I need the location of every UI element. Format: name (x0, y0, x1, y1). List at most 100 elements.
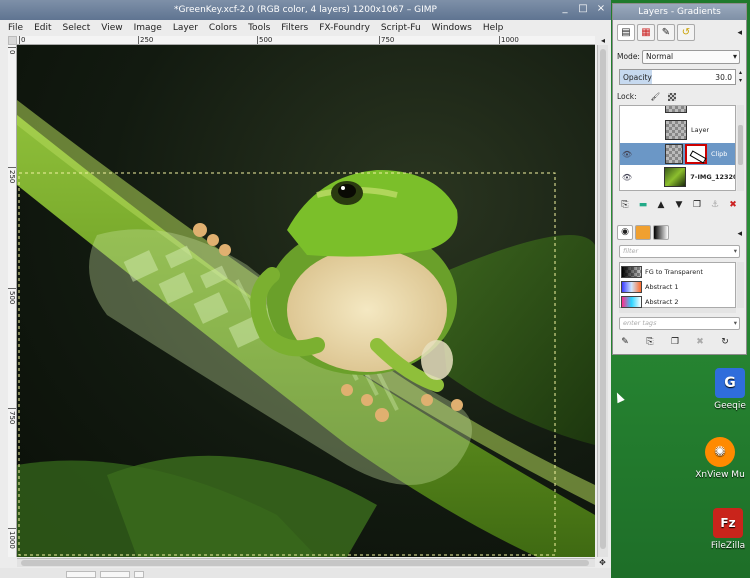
duplicate-layer-icon[interactable]: ❐ (691, 200, 703, 210)
opacity-slider[interactable]: Opacity 30.0 (619, 69, 736, 85)
desktop-icon-xnview[interactable]: ✺ XnView Mu (690, 437, 750, 480)
pointer-coordinates (66, 571, 96, 578)
gimp-image-window: *GreenKey.xcf-2.0 (RGB color, 4 layers) … (0, 0, 611, 578)
new-layer-icon[interactable]: ⎘ (619, 200, 631, 210)
layer-mask-thumbnail[interactable] (685, 144, 707, 164)
desktop-icon-filezilla[interactable]: Fz FileZilla (698, 508, 750, 551)
gradient-item[interactable]: Abstract 2 (620, 294, 737, 309)
menu-layer[interactable]: Layer (173, 23, 198, 33)
menu-colors[interactable]: Colors (209, 23, 237, 33)
opacity-spinner[interactable]: ▴ ▾ (737, 69, 744, 85)
canvas-image (17, 100, 595, 557)
vertical-ruler[interactable]: 0 250 500 750 1000 (8, 45, 17, 557)
layers-toolbar: ⎘ ▬ ▲ ▼ ❐ ⚓ ✖ (619, 200, 739, 210)
gradient-swatch (621, 265, 642, 278)
dock-config-icon[interactable]: ◂ (737, 229, 742, 239)
layer-name: Layer (691, 126, 710, 134)
window-titlebar[interactable]: *GreenKey.xcf-2.0 (RGB color, 4 layers) … (0, 0, 611, 20)
navigate-icon[interactable]: ✥ (597, 558, 608, 568)
image-canvas[interactable] (17, 45, 595, 557)
menu-help[interactable]: Help (483, 23, 504, 33)
refresh-gradients-icon[interactable]: ↻ (719, 337, 731, 347)
eye-icon[interactable]: 👁 (620, 173, 634, 182)
tags-input[interactable]: enter tags (619, 317, 740, 330)
edit-gradient-icon[interactable]: ✎ (619, 337, 631, 347)
scroll-thumb[interactable] (600, 49, 606, 549)
gradient-item[interactable]: Abstract 1 (620, 279, 737, 294)
close-button[interactable]: × (595, 3, 607, 14)
ruler-tick: 750 (8, 408, 16, 424)
gradients-tab-icon[interactable] (653, 225, 669, 240)
maximize-button[interactable]: □ (577, 3, 589, 14)
undo-tab-icon[interactable]: ↺ (677, 24, 695, 41)
scroll-thumb[interactable] (738, 125, 743, 165)
menubar: File Edit Select View Image Layer Colors… (0, 20, 611, 35)
lock-pixels-icon[interactable]: 🖌 (651, 92, 661, 101)
vertical-scrollbar[interactable] (597, 45, 608, 557)
unit-selector[interactable] (100, 571, 130, 578)
menu-windows[interactable]: Windows (432, 23, 472, 33)
window-controls: _ □ × (559, 3, 607, 14)
layer-thumbnail (664, 167, 687, 187)
gradients-toolbar: ✎ ⎘ ❐ ✖ ↻ (619, 337, 731, 347)
horizontal-ruler[interactable]: 0 250 500 750 1000 (17, 36, 595, 45)
desktop-icon-geeqie[interactable]: G Geeqie (700, 368, 750, 411)
anchor-layer-icon[interactable]: ⚓ (709, 200, 721, 210)
delete-layer-icon[interactable]: ✖ (727, 200, 739, 210)
mode-select[interactable]: Normal (642, 50, 740, 64)
menu-fx-foundry[interactable]: FX-Foundry (319, 23, 370, 33)
new-gradient-icon[interactable]: ⎘ (644, 337, 656, 347)
gradient-swatch (621, 280, 642, 293)
eye-icon[interactable]: 👁 (620, 150, 634, 159)
filter-input[interactable]: filter (619, 245, 740, 258)
desktop-icon-label: XnView Mu (695, 470, 745, 480)
new-layer-group-icon[interactable]: ▬ (637, 200, 649, 210)
brushes-tab-icon[interactable]: ◉ (617, 225, 633, 240)
menu-select[interactable]: Select (63, 23, 91, 33)
lock-alpha-icon[interactable] (668, 92, 677, 101)
scroll-thumb[interactable] (21, 560, 589, 566)
menu-filters[interactable]: Filters (281, 23, 308, 33)
mode-label: Mode: (617, 52, 640, 61)
minimize-button[interactable]: _ (559, 3, 571, 14)
dock-config-icon[interactable]: ◂ (737, 28, 742, 38)
layer-row-selected[interactable]: 👁 Clipb (620, 143, 735, 165)
zoom-selector[interactable] (134, 571, 144, 578)
quick-mask-toggle[interactable] (8, 36, 17, 45)
xnview-icon: ✺ (705, 437, 735, 467)
layer-row[interactable] (620, 106, 735, 114)
dock-tabs: ▤ ▦ ✎ ↺ (617, 24, 695, 41)
gradients-hscrollbar[interactable] (619, 308, 736, 313)
gradients-scrollbar[interactable] (737, 262, 744, 308)
layer-row[interactable]: 👁 7-IMG_12320 (620, 166, 735, 188)
menu-view[interactable]: View (101, 23, 122, 33)
dock-title[interactable]: Layers - Gradients (613, 4, 746, 20)
channels-tab-icon[interactable]: ▦ (637, 24, 655, 41)
duplicate-gradient-icon[interactable]: ❐ (669, 337, 681, 347)
menu-file[interactable]: File (8, 23, 23, 33)
layers-tab-icon[interactable]: ▤ (617, 24, 635, 41)
patterns-tab-icon[interactable] (635, 225, 651, 240)
paths-tab-icon[interactable]: ✎ (657, 24, 675, 41)
ruler-tick: 500 (257, 36, 273, 44)
layers-scrollbar[interactable] (737, 105, 744, 191)
filezilla-icon: Fz (713, 508, 743, 538)
menu-script-fu[interactable]: Script-Fu (381, 23, 421, 33)
gradient-name: Abstract 2 (645, 297, 679, 306)
lower-layer-icon[interactable]: ▼ (673, 200, 685, 210)
geeqie-icon: G (715, 368, 745, 398)
ruler-tick: 1000 (8, 528, 16, 549)
layer-row[interactable]: Layer (620, 119, 735, 141)
menu-tools[interactable]: Tools (248, 23, 270, 33)
raise-layer-icon[interactable]: ▲ (655, 200, 667, 210)
layers-gradients-dock: Layers - Gradients ▤ ▦ ✎ ↺ ◂ Mode: Norma… (612, 3, 747, 355)
delete-gradient-icon[interactable]: ✖ (694, 337, 706, 347)
layer-thumbnail (665, 106, 687, 113)
ruler-tick: 0 (8, 47, 16, 54)
menu-edit[interactable]: Edit (34, 23, 51, 33)
ruler-tick: 1000 (499, 36, 519, 44)
horizontal-scrollbar[interactable] (17, 558, 595, 567)
menu-image[interactable]: Image (134, 23, 162, 33)
gradient-item[interactable]: FG to Transparent (620, 264, 737, 279)
ruler-tick: 750 (379, 36, 395, 44)
